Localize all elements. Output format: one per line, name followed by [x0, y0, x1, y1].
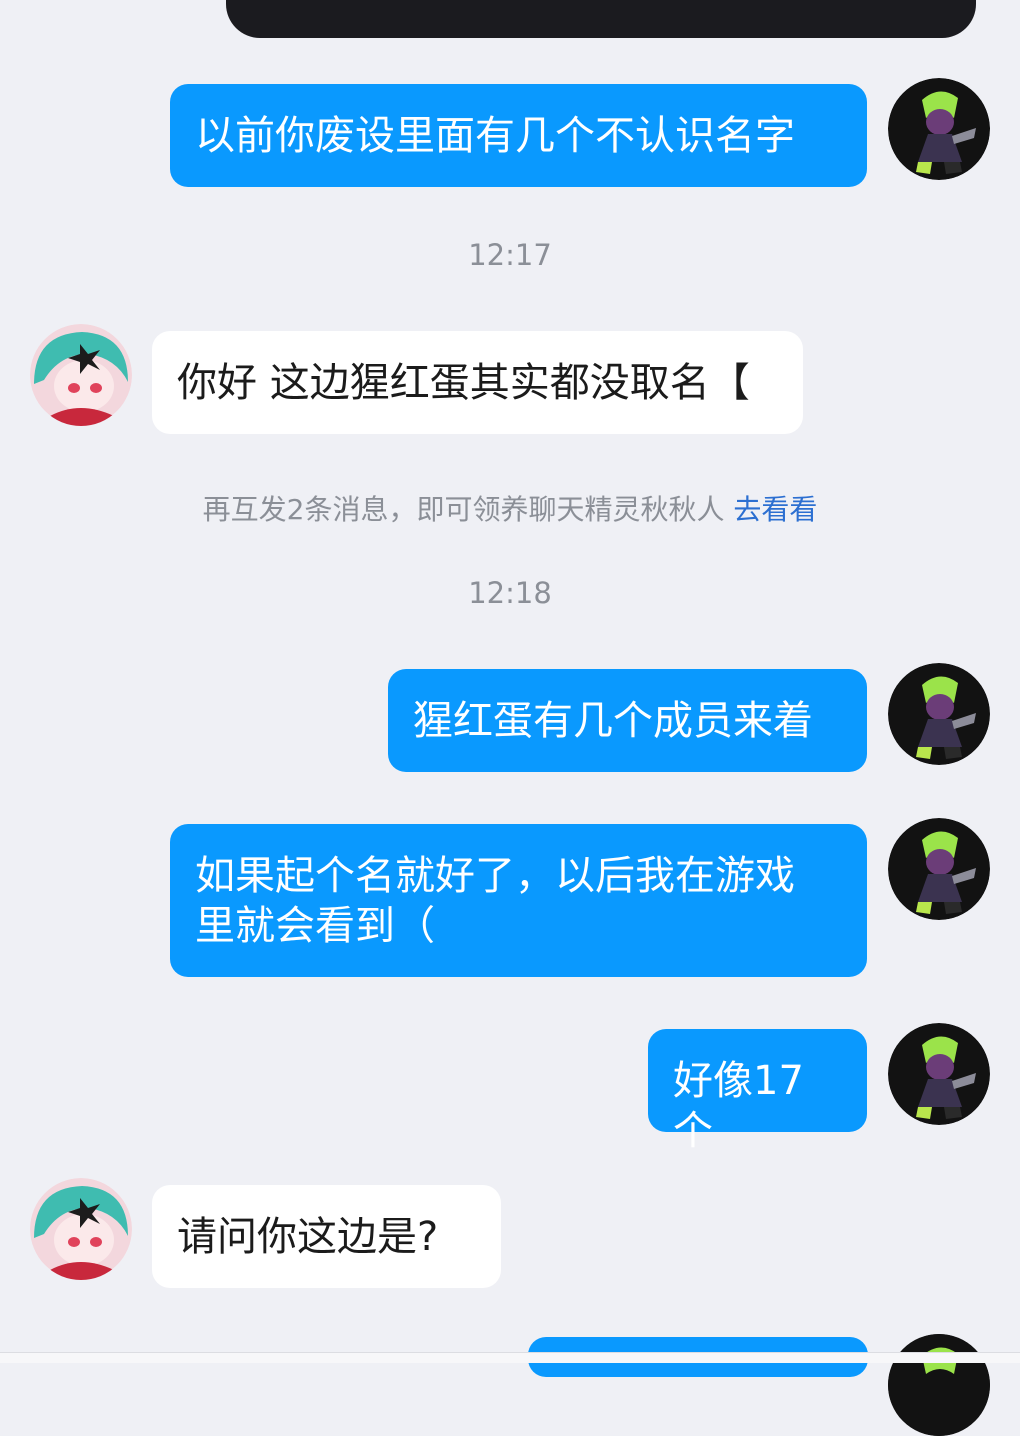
timestamp: 12:17 [468, 238, 552, 272]
green-hair-character-avatar-icon [888, 1023, 990, 1125]
system-tip: 再互发2条消息，即可领养聊天精灵秋秋人 去看看 [0, 488, 1020, 528]
green-hair-character-avatar-icon [888, 1334, 990, 1436]
teal-hair-character-avatar-icon [30, 324, 132, 426]
self-avatar[interactable] [888, 818, 990, 920]
green-hair-character-avatar-icon [888, 818, 990, 920]
peer-avatar[interactable] [30, 324, 132, 426]
green-hair-character-avatar-icon [888, 663, 990, 765]
self-avatar[interactable] [888, 663, 990, 765]
self-avatar[interactable] [888, 1023, 990, 1125]
incoming-message-bubble[interactable]: 请问你这边是? [152, 1185, 501, 1288]
incoming-message-bubble[interactable]: 你好 这边猩红蛋其实都没取名【 [152, 331, 803, 434]
message-input-bar[interactable] [0, 1352, 1020, 1363]
timestamp: 12:18 [468, 576, 552, 610]
outgoing-message-bubble[interactable]: 好像17个 [648, 1029, 867, 1154]
peer-avatar[interactable] [30, 1178, 132, 1280]
green-hair-character-avatar-icon [888, 78, 990, 180]
go-see-link[interactable]: 去看看 [733, 493, 817, 526]
system-tip-text: 再互发2条消息，即可领养聊天精灵秋秋人 [202, 493, 734, 526]
outgoing-message-bubble[interactable]: 猩红蛋有几个成员来着 [388, 669, 867, 772]
outgoing-message-bubble[interactable]: 如果起个名就好了，以后我在游戏 里就会看到（ [170, 824, 867, 977]
outgoing-message-bubble[interactable]: 以前你废设里面有几个不认识名字 [170, 84, 867, 187]
video-message-card[interactable] [226, 0, 976, 38]
self-avatar[interactable] [888, 78, 990, 180]
self-avatar-partial[interactable] [888, 1334, 990, 1436]
teal-hair-character-avatar-icon [30, 1178, 132, 1280]
